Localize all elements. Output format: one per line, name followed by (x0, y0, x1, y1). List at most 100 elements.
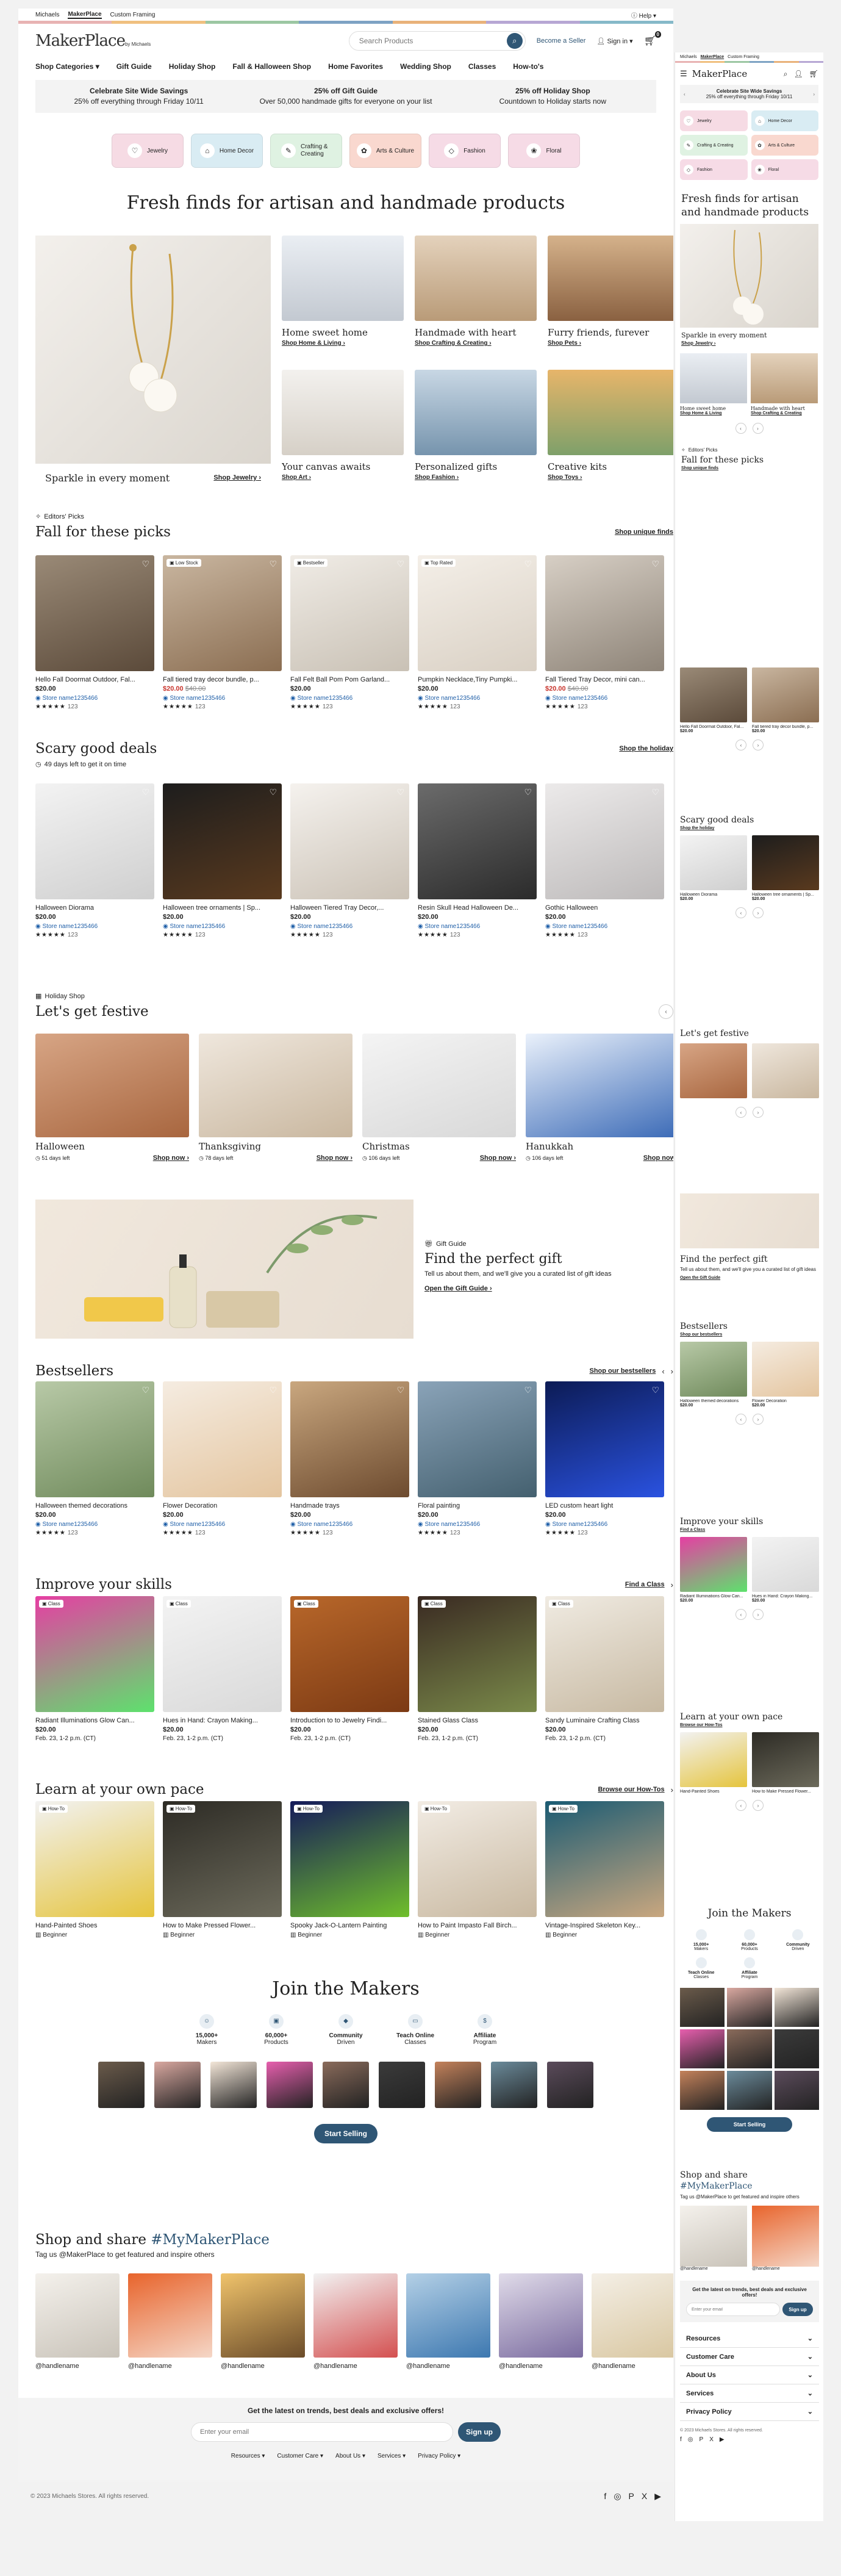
product-title[interactable]: Halloween Diorama (35, 904, 154, 912)
mobile-card[interactable]: Flower Decoration $20.00 (752, 1342, 819, 1408)
deals-card[interactable]: ♡ Resin Skull Head Halloween De... $20.00 ◉… (418, 783, 537, 938)
newsletter-email-input[interactable] (686, 2303, 780, 2316)
newsletter-signup-button[interactable]: Sign up (782, 2303, 813, 2316)
instagram-icon[interactable]: ◎ (614, 2491, 621, 2502)
nav-holiday-shop[interactable]: Holiday Shop (169, 62, 216, 71)
product-title[interactable]: Hand-Painted Shoes (35, 1922, 154, 1929)
carousel-prev-icon[interactable]: ‹ (659, 1004, 673, 1019)
store-link[interactable]: ◉ Store name1235466 (35, 1521, 154, 1528)
chevron-right-icon[interactable]: › (671, 1785, 673, 1794)
shop-holiday-link[interactable]: Shop the holiday (619, 745, 673, 752)
hero-tile-link[interactable]: Shop Art › (282, 474, 404, 481)
mobile-card[interactable]: Halloween themed decorations $20.00 (680, 1342, 747, 1408)
shop-now-link[interactable]: Shop now › (480, 1154, 516, 1162)
favorite-heart-icon[interactable]: ♡ (269, 559, 277, 569)
picks-card[interactable]: ♡ Hello Fall Doormat Outdoor, Fal... $20.0… (35, 555, 154, 710)
carousel-next-icon[interactable]: › (753, 1609, 764, 1620)
util-tab-makerplace[interactable]: MakerPlace (701, 55, 725, 59)
pinterest-icon[interactable]: P (700, 2436, 704, 2443)
hero-tile[interactable]: Creative kits Shop Toys › (548, 370, 673, 492)
skills-card[interactable]: ▣ Class Hues in Hand: Crayon Making... $20… (163, 1596, 282, 1742)
mobile-card[interactable] (752, 1043, 819, 1101)
store-link[interactable]: ◉ Store name1235466 (545, 695, 664, 702)
newsletter-email-input[interactable] (191, 2422, 453, 2442)
pace-card[interactable]: ▣ How-To How to Make Pressed Flower... ▥ B… (163, 1801, 282, 1938)
x-icon[interactable]: X (642, 2491, 647, 2501)
nav-home-favorites[interactable]: Home Favorites (328, 62, 383, 71)
category-crafting[interactable]: ✎ Crafting & Creating (270, 134, 342, 168)
makerplace-logo[interactable]: MakerPlaceby Michaels (35, 32, 151, 50)
footer-accordion[interactable]: About Us ⌄ (680, 2366, 819, 2384)
pinterest-icon[interactable]: P (629, 2491, 634, 2501)
category-jewelry[interactable]: ♡ Jewelry (112, 134, 184, 168)
carousel-prev-icon[interactable]: ‹ (735, 1609, 746, 1620)
footer-accordion[interactable]: Resources ⌄ (680, 2330, 819, 2348)
best-card[interactable]: ♡ Floral painting $20.00 ◉ Store name123546… (418, 1381, 537, 1536)
product-title[interactable]: Hues in Hand: Crayon Making... (163, 1717, 282, 1724)
favorite-heart-icon[interactable]: ♡ (396, 787, 404, 797)
favorite-heart-icon[interactable]: ♡ (141, 559, 149, 569)
store-link[interactable]: ◉ Store name1235466 (35, 923, 154, 930)
pace-card[interactable]: ▣ How-To Vintage-Inspired Skeleton Key...… (545, 1801, 664, 1938)
user-icon[interactable]: 👤︎ (794, 70, 803, 78)
carousel-prev-icon[interactable]: ‹ (735, 739, 746, 750)
x-icon[interactable]: X (709, 2436, 714, 2443)
favorite-heart-icon[interactable]: ♡ (396, 559, 404, 569)
mobile-hero-tile[interactable]: Handmade with heart Shop Crafting & Creat… (751, 353, 818, 416)
mobile-card[interactable]: Hand-Painted Shoes (680, 1732, 747, 1794)
hero-tile-link[interactable]: Shop Crafting & Creating › (415, 340, 537, 347)
search-icon[interactable]: ⌕ (506, 33, 523, 49)
util-tab-custom-framing[interactable]: Custom Framing (728, 55, 759, 59)
share-card[interactable]: @handlename (128, 2273, 212, 2370)
facebook-icon[interactable]: f (680, 2436, 682, 2443)
best-card[interactable]: ♡ LED custom heart light $20.00 ◉ Store nam… (545, 1381, 664, 1536)
mobile-category-chip[interactable]: ◇ Fashion (680, 159, 748, 180)
carousel-next-icon[interactable]: › (753, 1800, 764, 1811)
start-selling-button[interactable]: Start Selling (707, 2117, 792, 2132)
product-title[interactable]: Halloween themed decorations (35, 1502, 154, 1509)
favorite-heart-icon[interactable]: ♡ (141, 787, 149, 797)
shop-bestsellers-link[interactable]: Shop our bestsellers (590, 1367, 656, 1375)
skills-card[interactable]: ▣ Class Sandy Luminaire Crafting Class $20… (545, 1596, 664, 1742)
store-link[interactable]: ◉ Store name1235466 (290, 695, 409, 702)
hero-tile-link[interactable]: Shop Fashion › (415, 474, 537, 481)
skills-card[interactable]: ▣ Class Stained Glass Class $20.00 Feb. 23,… (418, 1596, 537, 1742)
product-title[interactable]: Halloween Tiered Tray Decor,... (290, 904, 409, 912)
hero-tile-link[interactable]: Shop Home & Living › (282, 340, 404, 347)
mobile-category-chip[interactable]: ❀ Floral (751, 159, 818, 180)
product-title[interactable]: Radiant Illuminations Glow Can... (35, 1717, 154, 1724)
carousel-prev-icon[interactable]: ‹ (735, 1414, 746, 1425)
product-title[interactable]: Sandy Luminaire Crafting Class (545, 1717, 664, 1724)
carousel-next-icon[interactable]: › (753, 1107, 764, 1118)
makerplace-logo[interactable]: MakerPlace (692, 68, 748, 79)
hero-tile[interactable]: Handmade with heart Shop Crafting & Creat… (415, 236, 537, 358)
mobile-card[interactable]: Halloween tree ornaments | Sp... $20.00 (752, 835, 819, 901)
mobile-section-link[interactable]: Browse our How-Tos (680, 1723, 819, 1727)
mobile-section-link[interactable]: Find a Class (680, 1528, 819, 1532)
favorite-heart-icon[interactable]: ♡ (396, 1385, 404, 1395)
picks-card[interactable]: ♡ ▣ Bestseller Fall Felt Ball Pom Pom Garl… (290, 555, 409, 710)
hero-tile[interactable]: Furry friends, furever Shop Pets › (548, 236, 673, 358)
product-title[interactable]: How to Make Pressed Flower... (163, 1922, 282, 1929)
youtube-icon[interactable]: ▶ (654, 2491, 661, 2502)
shop-now-link[interactable]: Shop now › (317, 1154, 353, 1162)
browse-howtos-link[interactable]: Browse our How-Tos (598, 1786, 664, 1793)
nav-classes[interactable]: Classes (468, 62, 496, 71)
hero-tile[interactable]: Personalized gifts Shop Fashion › (415, 370, 537, 492)
festive-card[interactable]: Thanksgiving ◷ 78 days left Shop now › (199, 1034, 353, 1162)
footer-link[interactable]: Customer Care ▾ (277, 2453, 323, 2459)
store-link[interactable]: ◉ Store name1235466 (418, 1521, 537, 1528)
product-title[interactable]: Spooky Jack-O-Lantern Painting (290, 1922, 409, 1929)
footer-link[interactable]: Services ▾ (378, 2453, 406, 2459)
youtube-icon[interactable]: ▶ (720, 2436, 725, 2443)
best-card[interactable]: ♡ Flower Decoration $20.00 ◉ Store name1235… (163, 1381, 282, 1536)
footer-accordion[interactable]: Services ⌄ (680, 2384, 819, 2403)
festive-card[interactable]: Christmas ◷ 106 days left Shop now › (362, 1034, 516, 1162)
shop-now-link[interactable]: Shop now › (643, 1154, 673, 1162)
nav-gift-guide[interactable]: Gift Guide (116, 62, 152, 71)
favorite-heart-icon[interactable]: ♡ (269, 787, 277, 797)
deals-card[interactable]: ♡ Gothic Halloween $20.00 ◉ Store name12354… (545, 783, 664, 938)
product-title[interactable]: Resin Skull Head Halloween De... (418, 904, 537, 912)
search-input[interactable] (359, 37, 507, 45)
shop-unique-finds-link[interactable]: Shop unique finds (615, 528, 673, 536)
